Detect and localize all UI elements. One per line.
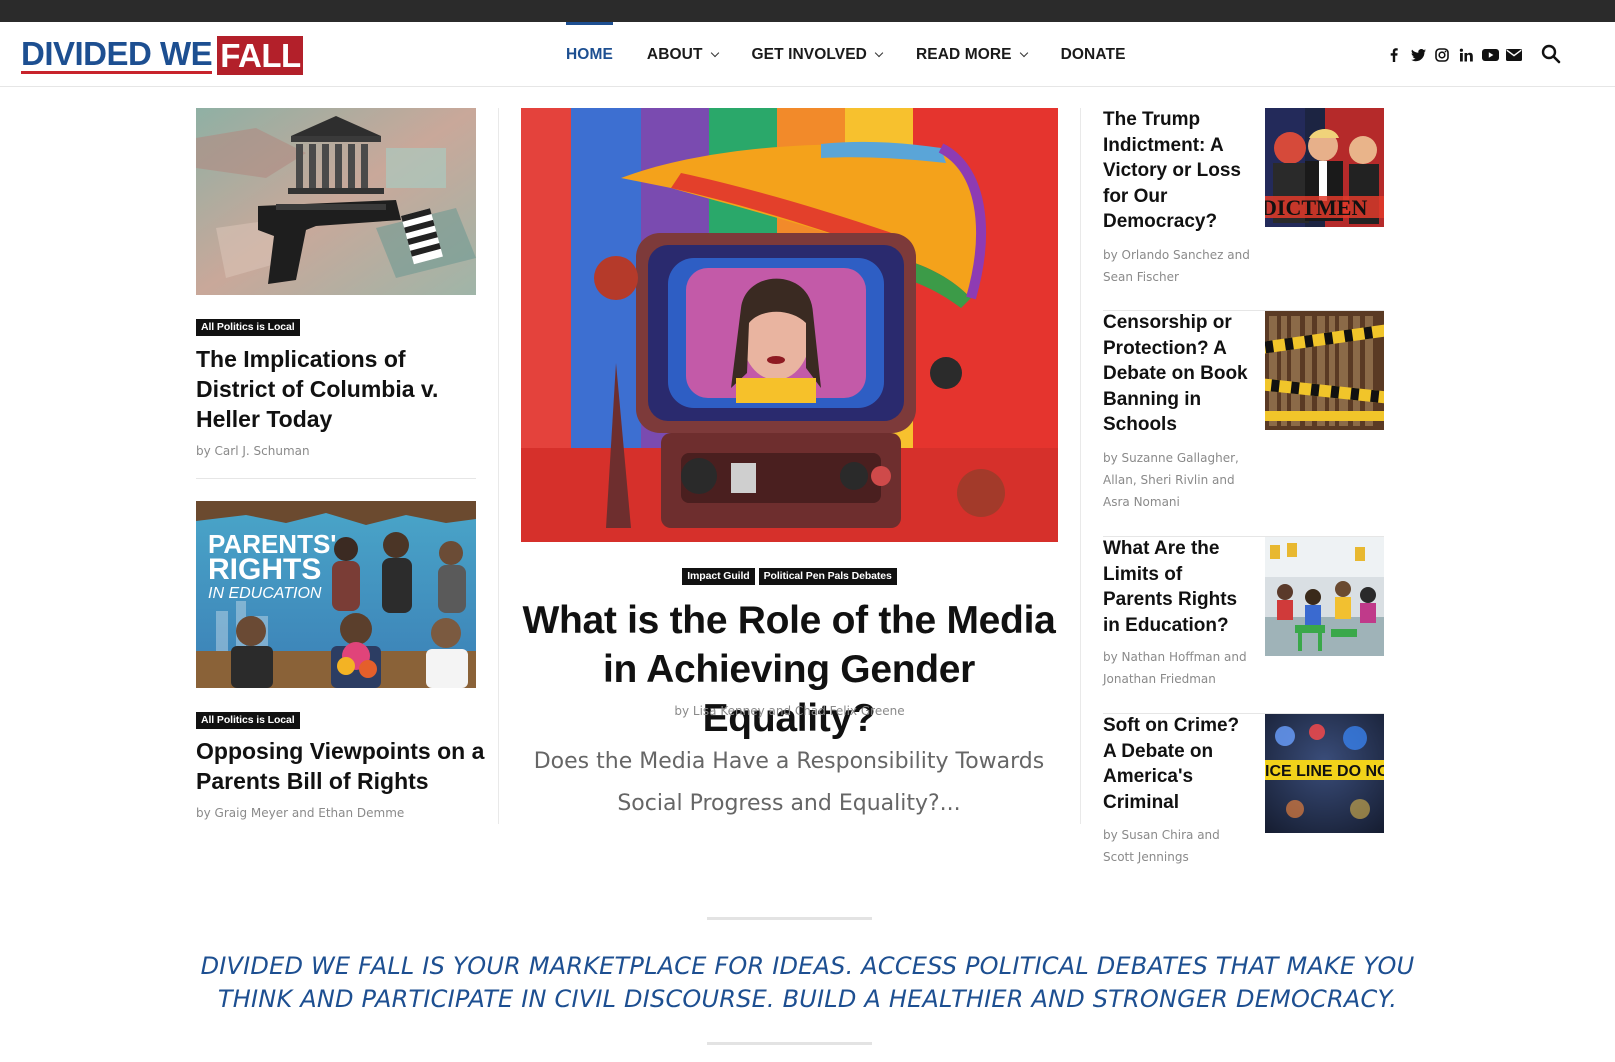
nav-read-more[interactable]: READ MORE bbox=[915, 22, 1028, 87]
column-divider bbox=[498, 108, 499, 824]
featured-byline: by Lisa Kenney and Chad Felix Greene bbox=[674, 704, 905, 718]
category-tag[interactable]: All Politics is Local bbox=[196, 319, 300, 336]
image-text-education: IN EDUCATION bbox=[208, 585, 322, 602]
email-icon[interactable] bbox=[1505, 46, 1523, 64]
category-tag[interactable]: All Politics is Local bbox=[196, 712, 300, 729]
nav-about[interactable]: ABOUT bbox=[646, 22, 719, 87]
article-byline: by Graig Meyer and Ethan Demme bbox=[196, 806, 405, 820]
nav-get-involved-label: GET INVOLVED bbox=[751, 45, 867, 63]
linkedin-icon[interactable] bbox=[1457, 46, 1475, 64]
divider bbox=[196, 478, 476, 479]
chevron-down-icon bbox=[1019, 48, 1028, 57]
article-byline: by Carl J. Schuman bbox=[196, 444, 310, 458]
article-thumbnail-heller[interactable] bbox=[196, 108, 476, 295]
article-byline: by Suzanne Gallagher, Allan, Sheri Rivli… bbox=[1103, 451, 1239, 509]
top-bar bbox=[0, 0, 1615, 22]
article-title[interactable]: Censorship or Protection? A Debate on Bo… bbox=[1103, 310, 1253, 438]
nav-home[interactable]: HOME bbox=[566, 22, 613, 87]
chevron-down-icon bbox=[874, 48, 884, 57]
article-thumbnail-classroom[interactable] bbox=[1265, 537, 1384, 656]
article-thumbnail-trump-indictment[interactable]: DICTMEN bbox=[1265, 108, 1384, 227]
site-tagline: DIVIDED WE FALL IS YOUR MARKETPLACE FOR … bbox=[200, 952, 1415, 1013]
nav-donate-label: DONATE bbox=[1060, 45, 1126, 63]
logo-text-primary: DIVIDED WE bbox=[21, 34, 213, 74]
article-title[interactable]: Opposing Viewpoints on a Parents Bill of… bbox=[196, 736, 486, 796]
search-icon[interactable] bbox=[1541, 44, 1563, 66]
nav-read-more-label: READ MORE bbox=[915, 45, 1012, 63]
article-title[interactable]: The Implications of District of Columbia… bbox=[196, 344, 486, 434]
tagline-divider-bottom bbox=[707, 1042, 872, 1045]
article-thumbnail-book-banning[interactable] bbox=[1265, 311, 1384, 430]
instagram-icon[interactable] bbox=[1433, 46, 1451, 64]
twitter-icon[interactable] bbox=[1409, 46, 1427, 64]
category-tag[interactable]: Impact Guild bbox=[682, 568, 755, 585]
category-tag[interactable]: Political Pen Pals Debates bbox=[758, 568, 897, 585]
site-header: DIVIDED WE FALL HOME ABOUT GET INVOLVED … bbox=[0, 22, 1615, 87]
article-byline: by Nathan Hoffman and Jonathan Friedman bbox=[1103, 650, 1247, 686]
article-title[interactable]: Soft on Crime? A Debate on America's Cri… bbox=[1103, 713, 1253, 815]
image-text-rights: RIGHTS bbox=[208, 553, 321, 586]
featured-title[interactable]: What is the Role of the Media in Achievi… bbox=[515, 596, 1063, 743]
facebook-icon[interactable] bbox=[1385, 46, 1403, 64]
category-tag-row: All Politics is Local bbox=[196, 710, 300, 729]
column-divider bbox=[1080, 108, 1081, 824]
article-title[interactable]: What Are the Limits of Parents Rights in… bbox=[1103, 536, 1253, 638]
nav-get-involved[interactable]: GET INVOLVED bbox=[751, 22, 884, 87]
tagline-divider-top bbox=[707, 917, 872, 920]
social-links bbox=[1385, 45, 1529, 65]
logo-text-accent: FALL bbox=[217, 35, 303, 75]
image-text-police-tape: ICE LINE DO NOT CR bbox=[1265, 763, 1384, 780]
article-byline: by Orlando Sanchez and Sean Fischer bbox=[1103, 248, 1250, 284]
article-title[interactable]: The Trump Indictment: A Victory or Loss … bbox=[1103, 107, 1253, 235]
youtube-icon[interactable] bbox=[1481, 46, 1499, 64]
featured-category-row: Impact Guild Political Pen Pals Debates bbox=[521, 566, 1058, 585]
article-byline: by Susan Chira and Scott Jennings bbox=[1103, 828, 1220, 864]
nav-about-label: ABOUT bbox=[646, 45, 703, 63]
main-nav: HOME ABOUT GET INVOLVED READ MORE DONATE bbox=[566, 22, 1160, 87]
article-thumbnail-parents-rights[interactable]: PARENTS' RIGHTS IN EDUCATION bbox=[196, 501, 476, 688]
category-tag-row: All Politics is Local bbox=[196, 317, 300, 336]
image-text-indictment: DICTMEN bbox=[1265, 195, 1367, 220]
nav-donate[interactable]: DONATE bbox=[1061, 22, 1126, 87]
nav-home-label: HOME bbox=[566, 45, 613, 63]
featured-image[interactable] bbox=[521, 108, 1058, 542]
site-logo[interactable]: DIVIDED WE FALL bbox=[21, 34, 303, 76]
article-thumbnail-crime[interactable]: ICE LINE DO NOT CR bbox=[1265, 714, 1384, 833]
chevron-down-icon bbox=[710, 48, 719, 57]
featured-excerpt: Does the Media Have a Responsibility Tow… bbox=[533, 749, 1045, 816]
